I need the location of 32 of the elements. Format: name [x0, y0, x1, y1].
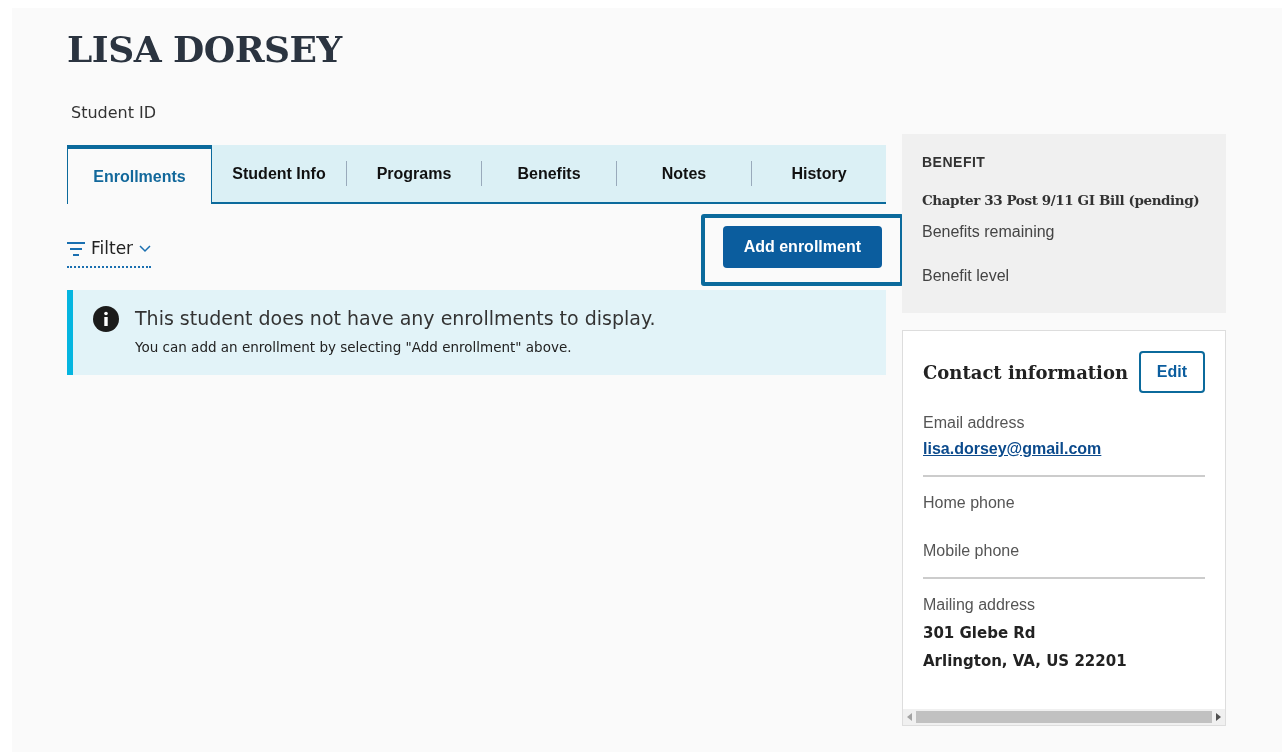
info-icon — [93, 306, 119, 333]
tab[interactable]: Enrollments — [67, 145, 212, 205]
tab[interactable]: History — [752, 145, 886, 203]
contact-title: Contact information — [923, 360, 1129, 385]
address-line: Arlington, VA, US 22201 — [923, 650, 1128, 672]
student-id-label: Student ID — [71, 102, 157, 125]
chevron-down-icon — [139, 245, 152, 254]
student-name: LISA DORSEY — [67, 28, 342, 72]
alert-title: This student does not have any enrollments to display. — [135, 306, 656, 332]
email-link[interactable]: lisa.dorsey@gmail.com — [923, 437, 1102, 461]
filter-icon — [67, 242, 85, 257]
tab[interactable]: Student Info — [212, 145, 346, 203]
field-label: Home phone — [923, 493, 1016, 513]
alert-message: You can add an enrollment by selecting "Add enrollment" above. — [135, 337, 573, 357]
benefit-heading: BENEFIT — [922, 153, 987, 172]
add-enrollment-button[interactable]: Add enrollment — [722, 226, 882, 269]
tab[interactable]: Notes — [617, 145, 751, 203]
field-label: Mobile phone — [923, 541, 1021, 561]
field-label: Email address — [923, 413, 1026, 433]
scrollbar-thumb[interactable] — [916, 711, 1212, 723]
filter-button[interactable]: Filter — [67, 232, 152, 268]
tab[interactable]: Programs — [347, 145, 481, 203]
horizontal-scrollbar[interactable] — [903, 709, 1225, 725]
scroll-right-icon[interactable] — [1216, 713, 1221, 721]
edit-button[interactable]: Edit — [1138, 351, 1205, 393]
benefit-field-label: Benefit level — [922, 265, 1011, 286]
field-label: Mailing address — [923, 595, 1037, 615]
benefit-title: Chapter 33 Post 9/11 GI Bill (pending) — [922, 191, 1201, 210]
benefit-field-label: Benefits remaining — [922, 221, 1056, 242]
tab[interactable]: Benefits — [482, 145, 616, 203]
scroll-left-icon[interactable] — [907, 713, 912, 721]
address-line: 301 Glebe Rd — [923, 623, 1037, 644]
